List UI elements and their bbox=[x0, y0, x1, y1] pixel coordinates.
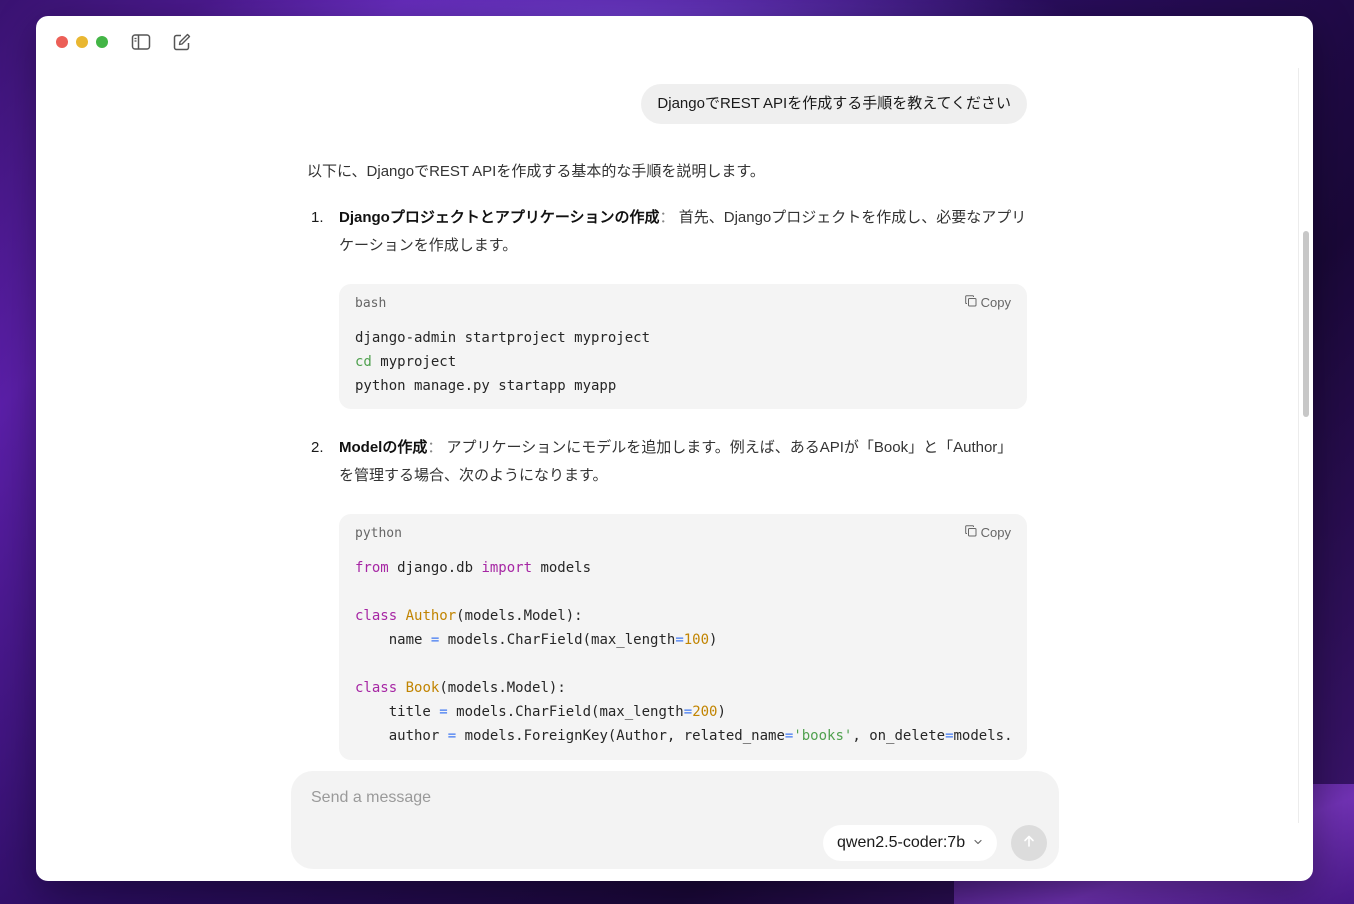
sidebar-toggle-icon[interactable] bbox=[131, 32, 151, 52]
code-line: title = models.CharField(max_length=200) bbox=[355, 704, 726, 720]
model-name: qwen2.5-coder:7b bbox=[837, 834, 966, 851]
list-number: 2. bbox=[311, 439, 324, 456]
window-close-button[interactable] bbox=[56, 36, 68, 48]
app-window: DjangoでREST APIを作成する手順を教えてください 以下に、Djang… bbox=[36, 16, 1313, 881]
user-message-bubble: DjangoでREST APIを作成する手順を教えてください bbox=[641, 84, 1027, 124]
new-chat-icon[interactable] bbox=[172, 32, 192, 52]
list-item: 1. Djangoプロジェクトとアプリケーションの作成： 首先、Djangoプロ… bbox=[307, 204, 1027, 260]
step-separator: ： bbox=[659, 209, 675, 226]
model-selector[interactable]: qwen2.5-coder:7b bbox=[823, 825, 998, 861]
list-item-text: Modelの作成： アプリケーションにモデルを追加します。例えば、あるAPIが「… bbox=[339, 434, 1027, 490]
arrow-up-icon bbox=[1022, 834, 1036, 853]
copy-icon bbox=[964, 295, 977, 310]
copy-label: Copy bbox=[980, 525, 1011, 540]
list-item: 2. Modelの作成： アプリケーションにモデルを追加します。例えば、あるAP… bbox=[307, 434, 1027, 490]
send-button[interactable] bbox=[1011, 825, 1047, 861]
code-content: django-admin startproject myproject cd m… bbox=[355, 326, 650, 398]
code-line: class Book(models.Model): bbox=[355, 680, 566, 696]
assistant-intro-text: 以下に、DjangoでREST APIを作成する基本的な手順を説明します。 bbox=[307, 163, 765, 180]
message-composer: qwen2.5-coder:7b bbox=[291, 771, 1059, 869]
code-language-label: bash bbox=[355, 296, 387, 311]
message-input[interactable] bbox=[311, 789, 1011, 807]
code-line: class Author(models.Model): bbox=[355, 608, 583, 624]
copy-code-button[interactable]: Copy bbox=[964, 295, 1011, 310]
code-language-label: python bbox=[355, 526, 402, 541]
code-line: author = models.ForeignKey(Author, relat… bbox=[355, 728, 1013, 744]
code-line: cd myproject bbox=[355, 354, 457, 370]
list-number: 1. bbox=[311, 209, 324, 226]
scrollbar-track[interactable] bbox=[1298, 68, 1299, 823]
list-item-text: Djangoプロジェクトとアプリケーションの作成： 首先、Djangoプロジェク… bbox=[339, 204, 1027, 260]
window-maximize-button[interactable] bbox=[96, 36, 108, 48]
step-separator: ： bbox=[427, 439, 443, 456]
code-line: django-admin startproject myproject bbox=[355, 330, 651, 346]
code-line: python manage.py startapp myapp bbox=[355, 378, 617, 394]
copy-label: Copy bbox=[980, 295, 1011, 310]
window-minimize-button[interactable] bbox=[76, 36, 88, 48]
copy-icon bbox=[964, 525, 977, 540]
step-title: Modelの作成 bbox=[339, 439, 428, 456]
code-block: python Copy from django.db import models… bbox=[339, 514, 1027, 760]
chevron-down-icon bbox=[973, 834, 983, 852]
step-title: Djangoプロジェクトとアプリケーションの作成 bbox=[339, 209, 660, 226]
code-block: bash Copy django-admin startproject mypr… bbox=[339, 284, 1027, 409]
scrollbar-thumb[interactable] bbox=[1303, 231, 1309, 417]
code-line: name = models.CharField(max_length=100) bbox=[355, 632, 718, 648]
code-content: from django.db import models class Autho… bbox=[355, 556, 1013, 748]
titlebar bbox=[36, 16, 1313, 68]
copy-code-button[interactable]: Copy bbox=[964, 525, 1011, 540]
code-token: cd bbox=[355, 354, 372, 370]
code-line: from django.db import models bbox=[355, 560, 592, 576]
